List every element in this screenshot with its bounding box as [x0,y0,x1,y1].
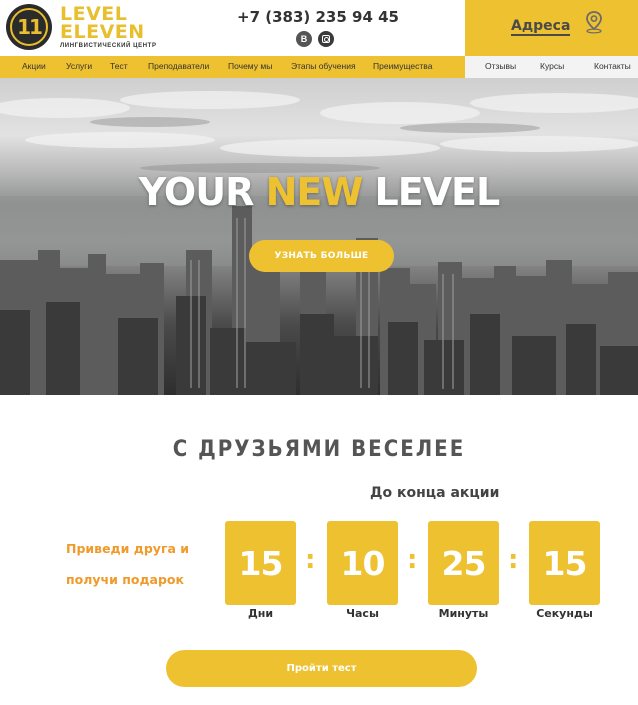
timer-minutes-box: 25 [428,521,499,605]
timer-days-box: 15 [225,521,296,605]
nav-item-promotions[interactable]: Акции [22,61,46,71]
phone-number[interactable]: +7 (383) 235 94 45 [237,8,399,26]
nav-item-advantages[interactable]: Преимущества [373,61,432,71]
promo-text-line2: получи подарок [66,572,184,587]
timer-separator: : [407,545,418,575]
timer-hours-box: 10 [327,521,398,605]
timer-hours-value: 10 [340,543,386,583]
nav-item-contacts[interactable]: Контакты [594,61,631,71]
timer-hours-label: Часы [346,607,379,620]
timer-days-value: 15 [238,543,284,583]
address-link[interactable]: Адреса [511,18,571,36]
timer-seconds-box: 15 [529,521,600,605]
timer-minutes-label: Минуты [438,607,489,620]
timer-seconds-label: Секунды [536,607,593,620]
nav-item-stages[interactable]: Этапы обучения [291,61,356,71]
address-panel: Адреса [465,0,638,56]
learn-more-button[interactable]: УЗНАТЬ БОЛЬШЕ [249,240,394,272]
hero-title-part1: YOUR [138,170,266,214]
take-test-button[interactable]: Пройти тест [166,650,477,687]
timer-days-label: Дни [247,607,274,620]
brand-name-line2: ELEVEN [60,21,145,43]
timer-minutes-value: 25 [441,543,487,583]
timer-separator: : [305,545,316,575]
hero-title-accent: NEW [265,170,364,214]
hero-title-part2: LEVEL [362,170,500,214]
nav-item-why-us[interactable]: Почему мы [228,61,272,71]
hero-title: YOUR NEW LEVEL [0,170,638,214]
nav-secondary: Отзывы Курсы Контакты [465,56,638,78]
main-nav: Акции Услуги Тест Преподаватели Почему м… [0,56,638,78]
brand-subtitle: ЛИНГВИСТИЧЕСКИЙ ЦЕНТР [60,43,157,49]
countdown-heading: До конца акции [370,485,500,501]
nav-item-reviews[interactable]: Отзывы [485,61,516,71]
instagram-icon[interactable] [318,31,334,47]
nav-item-teachers[interactable]: Преподаватели [148,61,209,71]
logo-glyph: 11 [17,15,43,39]
timer-seconds-value: 15 [542,543,588,583]
promo-text-line1: Приведи друга и [66,541,190,556]
nav-item-services[interactable]: Услуги [66,61,92,71]
hero-banner: YOUR NEW LEVEL УЗНАТЬ БОЛЬШЕ [0,78,638,395]
nav-item-test[interactable]: Тест [110,61,128,71]
site-header: 11 LEVEL ELEVEN ЛИНГВИСТИЧЕСКИЙ ЦЕНТР +7… [0,0,638,56]
vk-icon[interactable]: В [296,31,312,47]
nav-item-courses[interactable]: Курсы [540,61,564,71]
brand-name[interactable]: LEVEL ELEVEN ЛИНГВИСТИЧЕСКИЙ ЦЕНТР [60,5,157,50]
city-skyline-image [0,91,638,395]
logo[interactable]: 11 [6,4,52,50]
instagram-glyph [322,35,330,43]
map-pin-icon[interactable] [583,10,605,34]
logo-ring: 11 [10,8,48,46]
timer-separator: : [508,545,519,575]
nav-primary: Акции Услуги Тест Преподаватели Почему м… [0,56,465,78]
promo-title: С ДРУЗЬЯМИ ВЕСЕЛЕЕ [172,437,466,462]
